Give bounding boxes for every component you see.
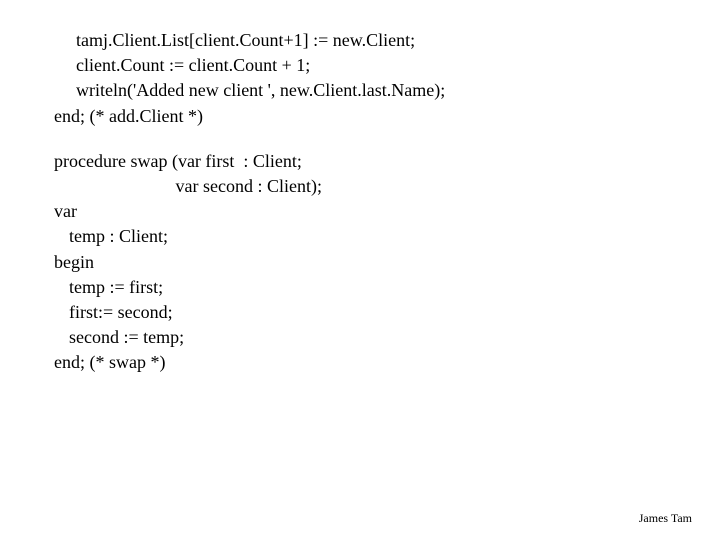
code-line: writeln('Added new client ', new.Client.… (54, 78, 720, 103)
code-line: client.Count := client.Count + 1; (54, 53, 720, 78)
code-line: first:= second; (54, 300, 720, 325)
footer-author: James Tam (639, 511, 692, 526)
code-block: tamj.Client.List[client.Count+1] := new.… (0, 0, 720, 375)
code-line: var (54, 199, 720, 224)
code-line: tamj.Client.List[client.Count+1] := new.… (54, 28, 720, 53)
code-line: end; (* add.Client *) (54, 104, 720, 129)
code-line: second := temp; (54, 325, 720, 350)
code-line: var second : Client); (54, 174, 720, 199)
code-line: temp := first; (54, 275, 720, 300)
code-line: begin (54, 250, 720, 275)
code-line: procedure swap (var first : Client; (54, 149, 720, 174)
code-line: end; (* swap *) (54, 350, 720, 375)
code-line: temp : Client; (54, 224, 720, 249)
